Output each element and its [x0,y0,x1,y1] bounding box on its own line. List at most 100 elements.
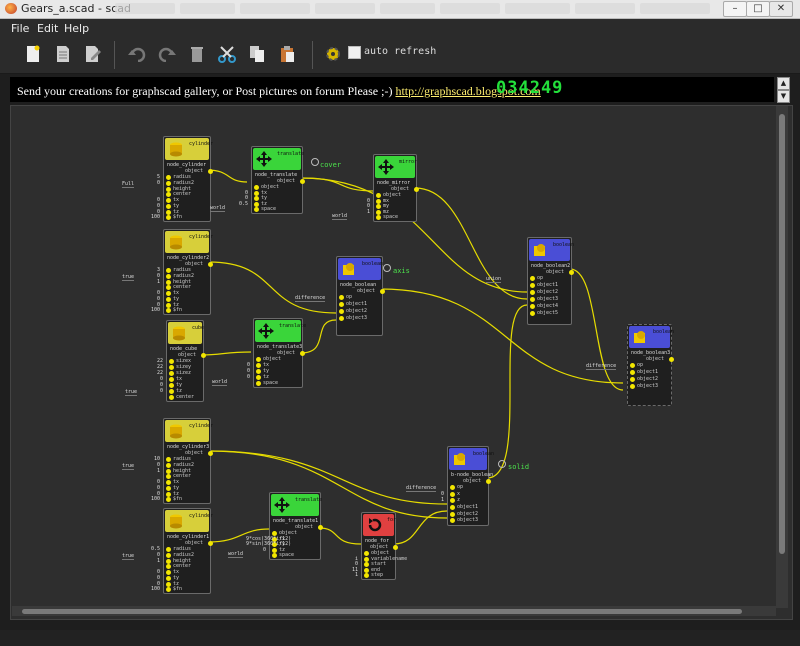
input-value[interactable]: 1 [424,497,444,503]
node-header[interactable]: translate [253,148,304,170]
node-node-boolean2[interactable]: boolean node_boolean2 object op object1 objec… [486,237,574,325]
copy-button[interactable] [246,43,268,65]
input-port[interactable] [254,190,259,196]
input-port[interactable] [166,285,171,291]
vertical-scrollbar[interactable] [776,106,788,608]
node-node-cylinder3[interactable]: cylinder node_cylinder3 object radius 10 radi… [122,418,213,504]
input-port[interactable] [166,575,171,581]
input-port[interactable] [339,316,344,321]
input-port[interactable] [364,567,369,573]
input-value[interactable]: 0.5 [228,201,248,207]
output-port[interactable] [569,270,574,275]
input-port[interactable] [169,383,174,388]
undo-button[interactable] [126,43,148,65]
menu-edit[interactable]: Edit [37,22,58,35]
input-port[interactable] [169,377,174,382]
input-port[interactable] [256,375,261,380]
external-value-field[interactable]: true [122,463,135,470]
input-port[interactable] [166,209,171,215]
node-header[interactable]: cube [168,322,204,344]
external-value-field[interactable]: difference [295,295,326,302]
input-port[interactable] [364,573,369,579]
input-port[interactable] [630,384,635,389]
output-port[interactable] [208,451,213,456]
input-port[interactable] [166,186,171,192]
input-port[interactable] [376,204,381,210]
node-header[interactable]: translate [255,320,306,342]
input-port[interactable] [530,290,535,295]
node-header[interactable]: cylinder [165,138,213,160]
output-port[interactable] [380,289,385,294]
output-port[interactable] [208,262,213,267]
output-port[interactable] [414,187,419,192]
external-value-field[interactable]: world [210,205,226,212]
open-file-button[interactable] [52,43,74,65]
input-port[interactable] [364,551,369,556]
input-port[interactable] [364,556,369,562]
input-value[interactable]: 0 [246,547,266,553]
input-port[interactable] [166,296,171,302]
input-value[interactable]: 0 [143,388,163,394]
input-port[interactable] [169,359,174,364]
node-node-translate1[interactable]: translate node_translate1 object object tx 9*… [228,492,323,560]
paste-button[interactable] [276,43,298,65]
node-header[interactable]: cylinder [165,231,213,253]
input-port[interactable] [254,185,259,190]
input-port[interactable] [339,309,344,314]
input-value[interactable]: 1 [350,209,370,215]
output-port[interactable] [486,479,491,484]
external-value-field[interactable]: Full [122,181,135,188]
input-port[interactable] [530,276,535,281]
input-value[interactable]: 100 [140,307,160,313]
input-port[interactable] [166,273,171,279]
node-header[interactable]: translate [271,494,322,516]
external-value-field[interactable]: world [212,379,228,386]
node-node-cube[interactable]: cube node_cube object sizex 22 sizey 22 sizez 22… [125,320,206,402]
input-port[interactable] [166,175,171,180]
cut-button[interactable] [216,43,238,65]
input-port[interactable] [169,365,174,370]
input-port[interactable] [376,215,381,221]
input-port[interactable] [450,498,455,504]
input-port[interactable] [256,363,261,368]
input-port[interactable] [450,511,455,517]
maximize-button[interactable]: □ [746,1,770,17]
input-port[interactable] [450,491,455,497]
node-header[interactable]: mirror [375,156,417,178]
node-header[interactable]: for [363,514,396,536]
node-b-node-boolean[interactable]: boolean b-node_boolean object op x 0 z 1 object1… [406,446,494,526]
input-port[interactable] [256,357,261,362]
input-port[interactable] [450,518,455,524]
edit-file-button[interactable] [82,43,104,65]
node-header[interactable]: boolean [338,258,383,280]
input-port[interactable] [166,491,171,497]
output-port[interactable] [300,351,305,356]
node-header[interactable]: cylinder [165,420,213,442]
input-port[interactable] [166,203,171,209]
input-port[interactable] [166,198,171,203]
output-port[interactable] [300,179,305,184]
input-port[interactable] [166,462,171,468]
input-value[interactable]: 1 [140,558,160,564]
input-port[interactable] [166,215,171,221]
input-value[interactable]: 0 [230,374,250,380]
input-port[interactable] [166,558,171,564]
input-port[interactable] [166,485,171,491]
output-port[interactable] [393,545,398,550]
input-port[interactable] [166,180,171,186]
input-port[interactable] [530,283,535,288]
node-node-translate[interactable]: translate node_translate object object tx 0 ty… [210,146,305,214]
input-port[interactable] [169,389,174,394]
horizontal-scroll-thumb[interactable] [22,609,742,614]
node-node-boolean[interactable]: boolean node_boolean object op object1 object… [295,256,385,336]
output-port[interactable] [201,353,206,358]
node-node-cylinder2[interactable]: cylinder node_cylinder2 object radius 3 radiu… [122,229,213,315]
redo-button[interactable] [156,43,178,65]
external-value-field[interactable]: true [122,274,135,281]
input-port[interactable] [256,381,261,386]
node-header[interactable]: boolean [449,448,494,470]
input-port[interactable] [530,297,535,302]
input-port[interactable] [166,279,171,285]
input-port[interactable] [166,474,171,480]
delete-button[interactable] [186,43,208,65]
